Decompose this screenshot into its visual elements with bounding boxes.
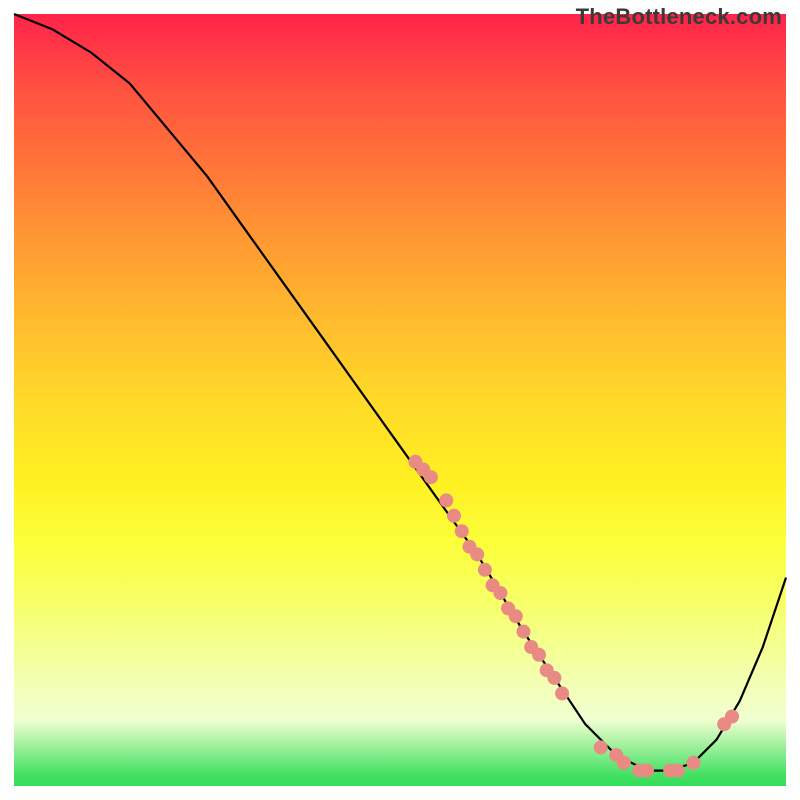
marker-point [493, 586, 507, 600]
marker-point [686, 756, 700, 770]
marker-point [532, 648, 546, 662]
marker-point [671, 764, 685, 778]
marker-point [594, 740, 608, 754]
marker-point [439, 493, 453, 507]
bottleneck-curve [14, 14, 786, 771]
marker-point [725, 710, 739, 724]
marker-point [555, 686, 569, 700]
marker-point [455, 524, 469, 538]
marker-point [517, 625, 531, 639]
marker-point [640, 764, 654, 778]
marker-group [408, 455, 739, 778]
marker-point [478, 563, 492, 577]
marker-point [509, 609, 523, 623]
marker-point [547, 671, 561, 685]
marker-point [470, 547, 484, 561]
chart-container: TheBottleneck.com [0, 0, 800, 800]
marker-point [424, 470, 438, 484]
marker-point [447, 509, 461, 523]
chart-svg [0, 0, 800, 800]
marker-point [617, 756, 631, 770]
